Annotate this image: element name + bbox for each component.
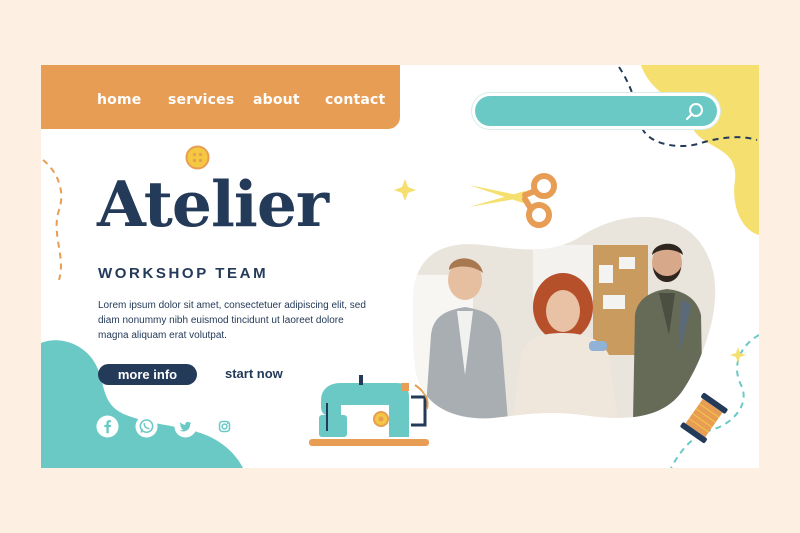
teal-blob <box>41 340 243 468</box>
sparkle-icon <box>730 347 746 363</box>
search-icon[interactable] <box>685 102 705 122</box>
landing-page: home services about contact Atelier WORK… <box>41 65 759 468</box>
thread-spool-icon <box>680 392 728 444</box>
nav-services[interactable]: services <box>168 92 234 108</box>
top-navigation: home services about contact <box>41 65 400 129</box>
team-photo <box>413 216 716 419</box>
sparkle-icon <box>394 179 416 201</box>
page-subtitle: WORKSHOP TEAM <box>98 265 269 282</box>
more-info-button[interactable]: more info <box>98 364 197 385</box>
hero-description: Lorem ipsum dolor sit amet, consectetuer… <box>98 300 366 341</box>
start-now-link[interactable]: start now <box>225 366 283 381</box>
whatsapp-icon[interactable] <box>135 415 158 438</box>
facebook-icon[interactable] <box>96 415 119 438</box>
twitter-icon[interactable] <box>174 415 197 438</box>
page-title: Atelier <box>97 167 329 241</box>
nav-about[interactable]: about <box>253 92 300 108</box>
nav-contact[interactable]: contact <box>325 92 385 108</box>
instagram-icon[interactable] <box>213 415 236 438</box>
stitch-line-left <box>42 159 63 281</box>
yellow-blob <box>641 65 759 235</box>
nav-home[interactable]: home <box>97 92 141 108</box>
search-input[interactable] <box>475 96 717 126</box>
